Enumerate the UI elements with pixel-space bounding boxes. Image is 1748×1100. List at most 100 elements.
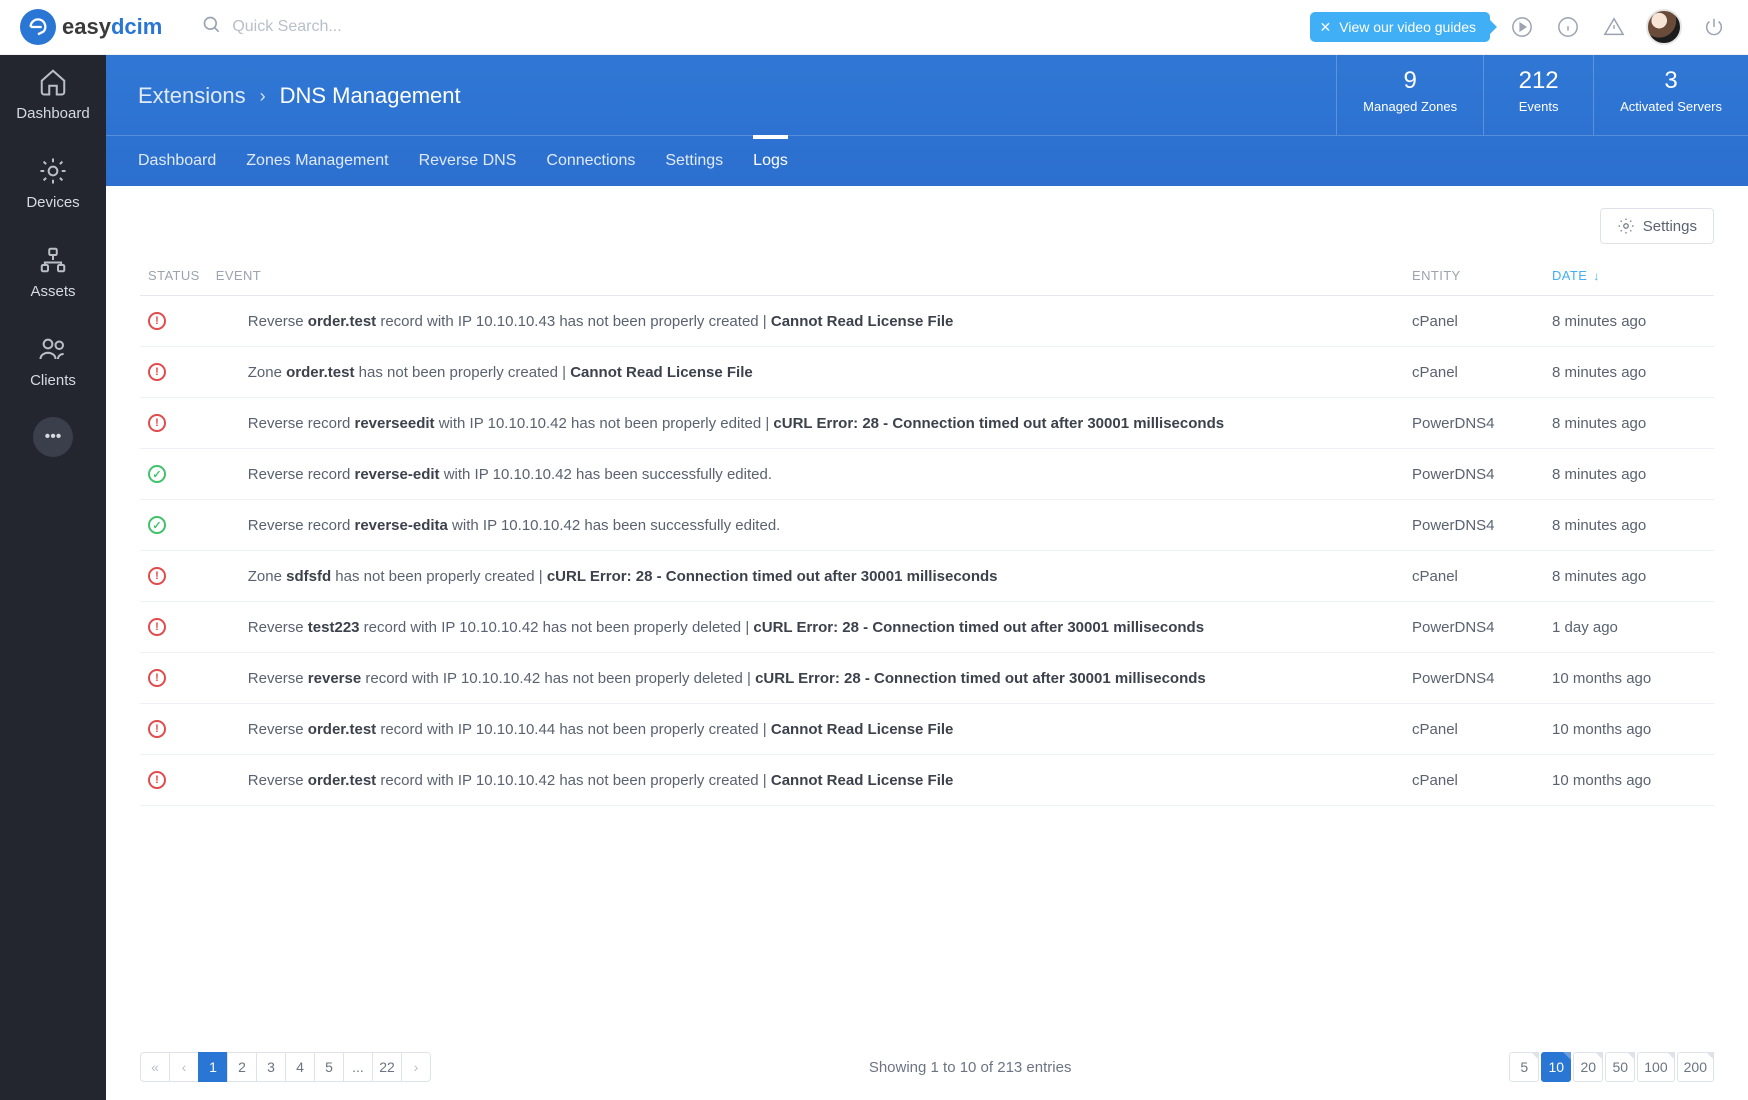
sidebar-item-clients[interactable]: Clients bbox=[30, 322, 76, 389]
search-input[interactable] bbox=[232, 18, 532, 36]
table-row[interactable]: !Reverse reverse record with IP 10.10.10… bbox=[140, 653, 1714, 704]
stat-activated-servers[interactable]: 3Activated Servers bbox=[1593, 55, 1748, 135]
home-icon bbox=[38, 67, 68, 97]
date-text: 10 months ago bbox=[1544, 755, 1714, 806]
page-...[interactable]: ... bbox=[343, 1052, 373, 1082]
alert-circle-icon: ! bbox=[148, 567, 166, 585]
stats: 9Managed Zones 212Events 3Activated Serv… bbox=[1336, 55, 1748, 135]
event-text: Zone sdfsfd has not been properly create… bbox=[208, 551, 1404, 602]
page-size-5[interactable]: 5 bbox=[1509, 1052, 1539, 1082]
event-text: Zone order.test has not been properly cr… bbox=[208, 347, 1404, 398]
entity-text: PowerDNS4 bbox=[1404, 398, 1544, 449]
table-row[interactable]: ! Zone sdfsfd has not been properly creat… bbox=[140, 551, 1714, 602]
play-icon[interactable] bbox=[1508, 13, 1536, 41]
event-text: Reverse test223 record with IP 10.10.10.… bbox=[208, 602, 1404, 653]
alert-circle-icon: ! bbox=[148, 618, 166, 636]
event-text: Reverse order.test record with IP 10.10.… bbox=[208, 755, 1404, 806]
info-icon[interactable] bbox=[1554, 13, 1582, 41]
sidebar-item-label: Clients bbox=[30, 372, 76, 389]
entity-text: cPanel bbox=[1404, 704, 1544, 755]
page-header: Extensions › DNS Management 9Managed Zon… bbox=[106, 55, 1748, 186]
pagination-summary: Showing 1 to 10 of 213 entries bbox=[869, 1059, 1072, 1076]
tab-settings[interactable]: Settings bbox=[665, 136, 723, 186]
event-text: Reverse record reverse-edita with IP 10.… bbox=[208, 500, 1404, 551]
date-text: 1 day ago bbox=[1544, 602, 1714, 653]
close-icon[interactable]: ✕ bbox=[1320, 19, 1332, 36]
page-size-20[interactable]: 20 bbox=[1573, 1052, 1603, 1082]
page-next[interactable]: › bbox=[401, 1052, 431, 1082]
settings-label: Settings bbox=[1643, 218, 1697, 235]
col-event[interactable]: EVENT bbox=[208, 256, 1404, 296]
breadcrumb: Extensions › DNS Management bbox=[106, 59, 1336, 131]
page-size-100[interactable]: 100 bbox=[1637, 1052, 1674, 1082]
alert-circle-icon: ! bbox=[148, 771, 166, 789]
page-prev[interactable]: ‹ bbox=[169, 1052, 199, 1082]
logo[interactable]: easydcim bbox=[20, 9, 162, 45]
page-size-50[interactable]: 50 bbox=[1605, 1052, 1635, 1082]
avatar[interactable] bbox=[1646, 9, 1682, 45]
gear-icon bbox=[38, 156, 68, 186]
date-text: 10 months ago bbox=[1544, 653, 1714, 704]
entity-text: PowerDNS4 bbox=[1404, 449, 1544, 500]
main: Extensions › DNS Management 9Managed Zon… bbox=[106, 0, 1748, 1100]
page-5[interactable]: 5 bbox=[314, 1052, 344, 1082]
power-icon[interactable] bbox=[1700, 13, 1728, 41]
date-text: 10 months ago bbox=[1544, 704, 1714, 755]
table-row[interactable]: ✓Reverse record reverse-edita with IP 10… bbox=[140, 500, 1714, 551]
sidebar-item-dashboard[interactable]: Dashboard bbox=[16, 55, 89, 122]
settings-button[interactable]: Settings bbox=[1600, 208, 1714, 244]
sidebar: Dashboard Devices Assets Clients ••• bbox=[0, 0, 106, 1100]
date-text: 8 minutes ago bbox=[1544, 551, 1714, 602]
table-row[interactable]: !Reverse order.test record with IP 10.10… bbox=[140, 296, 1714, 347]
tab-dashboard[interactable]: Dashboard bbox=[138, 136, 216, 186]
pagination: «‹12345...22› bbox=[140, 1052, 431, 1082]
table-row[interactable]: ✓Reverse record reverse-edit with IP 10.… bbox=[140, 449, 1714, 500]
sidebar-item-label: Assets bbox=[30, 283, 75, 300]
tabs: Dashboard Zones Management Reverse DNS Conn… bbox=[106, 135, 1748, 186]
logo-icon bbox=[20, 9, 56, 45]
tab-zones-management[interactable]: Zones Management bbox=[246, 136, 388, 186]
page-first[interactable]: « bbox=[140, 1052, 170, 1082]
table-row[interactable]: ! Zone order.test has not been properly c… bbox=[140, 347, 1714, 398]
sidebar-item-assets[interactable]: Assets bbox=[30, 233, 75, 300]
stat-events[interactable]: 212Events bbox=[1483, 55, 1593, 135]
col-entity[interactable]: ENTITY bbox=[1404, 256, 1544, 296]
tab-logs[interactable]: Logs bbox=[753, 136, 788, 186]
entity-text: PowerDNS4 bbox=[1404, 653, 1544, 704]
page-22[interactable]: 22 bbox=[372, 1052, 402, 1082]
sidebar-item-devices[interactable]: Devices bbox=[26, 144, 79, 211]
alert-circle-icon: ! bbox=[148, 669, 166, 687]
event-text: Reverse order.test record with IP 10.10.… bbox=[208, 296, 1404, 347]
sidebar-item-label: Devices bbox=[26, 194, 79, 211]
page-4[interactable]: 4 bbox=[285, 1052, 315, 1082]
date-text: 8 minutes ago bbox=[1544, 449, 1714, 500]
page-size-200[interactable]: 200 bbox=[1677, 1052, 1714, 1082]
stat-managed-zones[interactable]: 9Managed Zones bbox=[1336, 55, 1483, 135]
video-guides-button[interactable]: ✕ View our video guides bbox=[1310, 12, 1490, 42]
table-row[interactable]: ! Reverse test223 record with IP 10.10.10… bbox=[140, 602, 1714, 653]
breadcrumb-parent[interactable]: Extensions bbox=[138, 83, 246, 109]
col-date[interactable]: DATE↓ bbox=[1544, 256, 1714, 296]
alert-icon[interactable] bbox=[1600, 13, 1628, 41]
page-2[interactable]: 2 bbox=[227, 1052, 257, 1082]
entity-text: cPanel bbox=[1404, 551, 1544, 602]
chevron-right-icon: › bbox=[260, 86, 266, 107]
page-size-10[interactable]: 10 bbox=[1541, 1052, 1571, 1082]
table-row[interactable]: !Reverse record reverseedit with IP 10.1… bbox=[140, 398, 1714, 449]
alert-circle-icon: ! bbox=[148, 363, 166, 381]
tab-connections[interactable]: Connections bbox=[546, 136, 635, 186]
event-text: Reverse record reverse-edit with IP 10.1… bbox=[208, 449, 1404, 500]
date-text: 8 minutes ago bbox=[1544, 347, 1714, 398]
event-text: Reverse order.test record with IP 10.10.… bbox=[208, 704, 1404, 755]
tab-reverse-dns[interactable]: Reverse DNS bbox=[419, 136, 517, 186]
table-row[interactable]: ! Reverse order.test record with IP 10.10… bbox=[140, 755, 1714, 806]
table-row[interactable]: !Reverse order.test record with IP 10.10… bbox=[140, 704, 1714, 755]
entity-text: PowerDNS4 bbox=[1404, 500, 1544, 551]
date-text: 8 minutes ago bbox=[1544, 398, 1714, 449]
more-button[interactable]: ••• bbox=[33, 417, 73, 457]
page-3[interactable]: 3 bbox=[256, 1052, 286, 1082]
page-1[interactable]: 1 bbox=[198, 1052, 228, 1082]
col-status[interactable]: STATUS bbox=[140, 256, 208, 296]
logo-text: easydcim bbox=[62, 14, 162, 40]
date-text: 8 minutes ago bbox=[1544, 296, 1714, 347]
